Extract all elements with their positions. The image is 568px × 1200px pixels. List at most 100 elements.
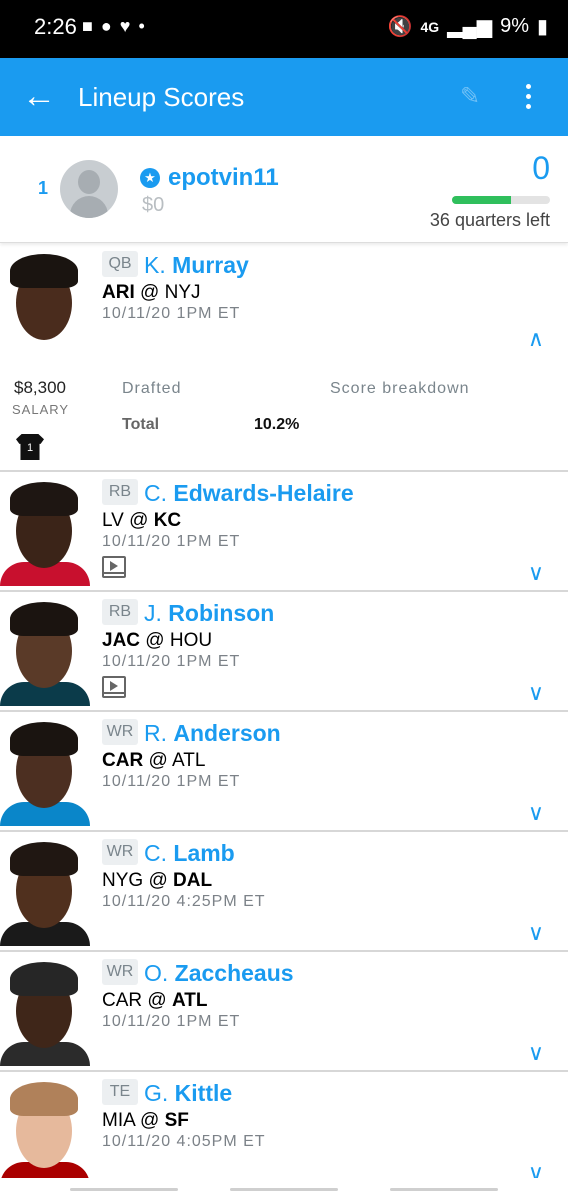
game-time: 10/11/20 1PM ET bbox=[102, 533, 241, 550]
player-salary: $8,300 bbox=[14, 378, 66, 397]
position-badge: QB bbox=[102, 251, 138, 277]
player-name[interactable]: O. Zaccheaus bbox=[144, 959, 294, 987]
game-time: 10/11/20 4:05PM ET bbox=[102, 1133, 266, 1150]
matchup: CAR @ ATL bbox=[102, 750, 206, 771]
chevron-up-icon[interactable]: ∧ bbox=[528, 326, 544, 352]
system-icons: 🔇 4G ▂▄▆ 9% ▮ bbox=[388, 14, 548, 39]
chevron-down-icon[interactable]: ∨ bbox=[528, 920, 544, 946]
matchup: CAR @ ATL bbox=[102, 990, 208, 1011]
progress-fill bbox=[452, 196, 511, 204]
player-photo bbox=[0, 838, 90, 946]
page-title: Lineup Scores bbox=[78, 82, 245, 112]
player-first-initial: C. bbox=[144, 480, 167, 506]
player-name[interactable]: C. Edwards-Helaire bbox=[144, 479, 354, 507]
lineup-summary: 1 ★ epotvin11 $0 0 36 quarters left bbox=[0, 136, 568, 243]
home-team: ATL bbox=[171, 750, 206, 771]
video-highlight-icon[interactable] bbox=[102, 556, 126, 578]
score-breakdown-label[interactable]: Score breakdown bbox=[330, 380, 470, 398]
player-first-initial: G. bbox=[144, 1080, 169, 1106]
reddit-icon: ● bbox=[100, 16, 112, 36]
away-team: LV bbox=[102, 510, 124, 531]
player-photo bbox=[0, 250, 90, 358]
player-row[interactable]: QB K. Murray ARI @ NYJ 10/11/20 1PM ET ∧ $8,3… bbox=[0, 244, 568, 472]
away-team: ARI bbox=[102, 282, 135, 303]
video-highlight-icon[interactable] bbox=[102, 676, 126, 698]
player-name[interactable]: C. Lamb bbox=[144, 839, 235, 867]
player-first-initial: C. bbox=[144, 840, 167, 866]
player-row[interactable]: WR R. Anderson CAR @ ATL 10/11/20 1PM ET ∨ bbox=[0, 712, 568, 832]
network-label: 4G bbox=[420, 18, 440, 35]
drafted-percentage: 10.2% bbox=[254, 416, 300, 433]
home-team: NYJ bbox=[164, 282, 201, 303]
username[interactable]: epotvin11 bbox=[168, 164, 279, 192]
chevron-down-icon[interactable]: ∨ bbox=[528, 800, 544, 826]
edit-pencil-icon[interactable]: ✎ bbox=[460, 82, 480, 111]
player-first-initial: K. bbox=[144, 252, 166, 278]
player-name[interactable]: G. Kittle bbox=[144, 1079, 232, 1107]
battery-label: 9% bbox=[500, 15, 529, 37]
winnings: $0 bbox=[142, 194, 165, 216]
player-photo bbox=[0, 478, 90, 586]
game-time: 10/11/20 1PM ET bbox=[102, 1013, 241, 1030]
chevron-down-icon[interactable]: ∨ bbox=[528, 1040, 544, 1066]
position-badge: WR bbox=[102, 839, 138, 865]
home-team: HOU bbox=[169, 630, 213, 651]
avatar[interactable] bbox=[60, 160, 118, 218]
app-bar: ← Lineup Scores ✎ bbox=[0, 58, 568, 136]
home-team: KC bbox=[153, 510, 182, 531]
home-team: SF bbox=[164, 1110, 189, 1131]
player-name[interactable]: K. Murray bbox=[144, 251, 249, 279]
player-photo bbox=[0, 598, 90, 706]
player-last-name: Lamb bbox=[173, 840, 235, 866]
away-team: CAR bbox=[102, 750, 144, 771]
player-row[interactable]: RB C. Edwards-Helaire LV @ KC 10/11/20 1PM … bbox=[0, 472, 568, 592]
game-time: 10/11/20 1PM ET bbox=[102, 653, 241, 670]
mute-icon: 🔇 bbox=[387, 16, 413, 38]
position-badge: RB bbox=[102, 479, 138, 505]
player-last-name: Murray bbox=[172, 252, 249, 278]
player-first-initial: O. bbox=[144, 960, 169, 986]
player-row[interactable]: WR O. Zaccheaus CAR @ ATL 10/11/20 1PM ET ∨ bbox=[0, 952, 568, 1072]
player-row[interactable]: TE G. Kittle MIA @ SF 10/11/20 4:05PM ET ∨ bbox=[0, 1072, 568, 1192]
matchup: JAC @ HOU bbox=[102, 630, 213, 651]
back-arrow-icon[interactable]: ← bbox=[22, 76, 56, 116]
player-list: QB K. Murray ARI @ NYJ 10/11/20 1PM ET ∧ $8,3… bbox=[0, 244, 568, 1192]
heart-icon: ♥ bbox=[119, 16, 131, 36]
status-bar: 2:26 ■ ● ♥ • 🔇 4G ▂▄▆ 9% ▮ bbox=[0, 0, 568, 58]
chevron-down-icon[interactable]: ∨ bbox=[528, 680, 544, 706]
total-label: Total bbox=[122, 416, 160, 433]
matchup: ARI @ NYJ bbox=[102, 282, 201, 303]
away-team: JAC bbox=[102, 630, 141, 651]
lineup-rank: 1 bbox=[38, 178, 49, 198]
position-badge: RB bbox=[102, 599, 138, 625]
quarters-progress-bar bbox=[452, 196, 550, 204]
player-name[interactable]: R. Anderson bbox=[144, 719, 281, 747]
away-team: MIA bbox=[102, 1110, 135, 1131]
away-team: NYG bbox=[102, 870, 144, 891]
player-name[interactable]: J. Robinson bbox=[144, 599, 274, 627]
player-first-initial: J. bbox=[144, 600, 162, 626]
more-options-icon[interactable] bbox=[518, 76, 538, 116]
battery-icon: ▮ bbox=[536, 16, 548, 38]
matchup: NYG @ DAL bbox=[102, 870, 213, 891]
player-row[interactable]: RB J. Robinson JAC @ HOU 10/11/20 1PM ET ∨ bbox=[0, 592, 568, 712]
nav-back-handle[interactable] bbox=[390, 1188, 498, 1191]
nav-home-handle[interactable] bbox=[230, 1188, 338, 1191]
position-badge: WR bbox=[102, 959, 138, 985]
player-last-name: Robinson bbox=[168, 600, 275, 626]
salary-label: SALARY bbox=[12, 402, 70, 417]
player-first-initial: R. bbox=[144, 720, 167, 746]
dot-icon: • bbox=[138, 16, 145, 36]
jersey-number-icon: 1 bbox=[16, 434, 44, 460]
player-last-name: Edwards-Helaire bbox=[173, 480, 354, 506]
home-team: DAL bbox=[173, 870, 213, 891]
nav-recent-handle[interactable] bbox=[70, 1188, 178, 1191]
player-last-name: Anderson bbox=[173, 720, 281, 746]
status-time: 2:26 bbox=[34, 14, 77, 39]
game-time: 10/11/20 4:25PM ET bbox=[102, 893, 266, 910]
player-row[interactable]: WR C. Lamb NYG @ DAL 10/11/20 4:25PM ET ∨ bbox=[0, 832, 568, 952]
position-badge: WR bbox=[102, 719, 138, 745]
chevron-down-icon[interactable]: ∨ bbox=[528, 560, 544, 586]
lineup-score: 0 bbox=[532, 150, 550, 186]
signal-icon: ▂▄▆ bbox=[447, 16, 493, 38]
